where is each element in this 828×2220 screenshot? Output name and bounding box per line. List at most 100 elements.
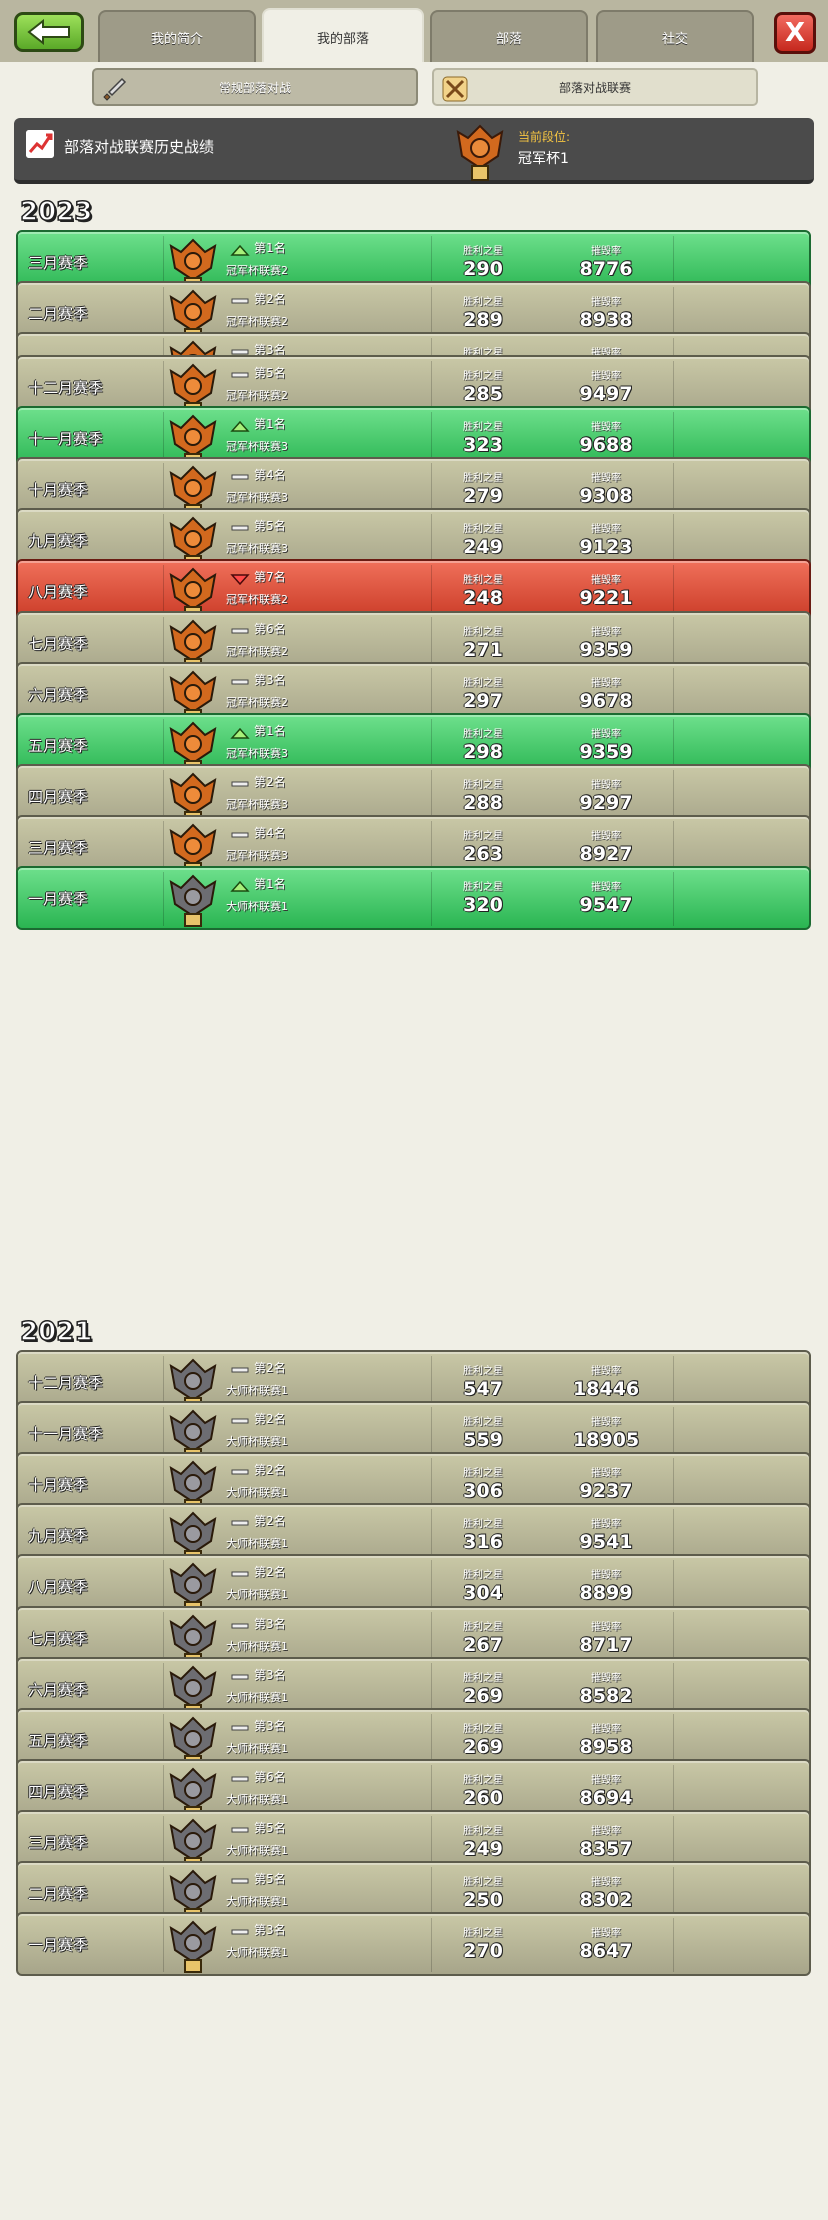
trend-up-icon <box>230 880 250 892</box>
destruction-value: 9123 <box>579 536 633 558</box>
league-label: 冠军杯联赛2 <box>226 315 288 328</box>
placement-label: 第2名 <box>254 1565 286 1579</box>
season-name: 十二月赛季 <box>28 379 104 397</box>
regular-war-tab[interactable]: 常规部落对战 <box>92 68 418 106</box>
stars-value: 249 <box>463 536 503 558</box>
destruction-value: 8899 <box>579 1582 633 1604</box>
stars-label: 胜利之星 <box>463 729 503 740</box>
destruction-label: 摧毁率 <box>591 1366 621 1377</box>
trend-same-icon <box>231 1725 249 1731</box>
destruction-label: 摧毁率 <box>591 1570 621 1581</box>
season-name: 三月赛季 <box>28 254 89 272</box>
trend-same-icon <box>231 474 249 480</box>
season-name: 八月赛季 <box>28 583 89 601</box>
league-label: 大师杯联赛1 <box>226 1537 288 1550</box>
stars-label: 胜利之星 <box>463 246 503 257</box>
stars-value: 269 <box>463 1736 503 1758</box>
destruction-label: 摧毁率 <box>591 1877 621 1888</box>
trend-same-icon <box>231 298 249 304</box>
destruction-value: 8694 <box>579 1787 633 1809</box>
placement-label: 第5名 <box>254 1872 286 1886</box>
war-league-tab[interactable]: 部落对战联赛 <box>432 68 758 106</box>
current-rank-value: 冠军杯1 <box>518 151 569 167</box>
league-label: 大师杯联赛1 <box>226 1384 288 1397</box>
trend-same-icon <box>231 1929 249 1935</box>
destruction-label: 摧毁率 <box>591 575 621 586</box>
trend-same-icon <box>231 1520 249 1526</box>
season-name: 十一月赛季 <box>28 1425 104 1443</box>
stars-label: 胜利之星 <box>463 1775 503 1786</box>
placement-label: 第1名 <box>254 877 286 891</box>
stars-value: 263 <box>463 843 503 865</box>
stars-value: 249 <box>463 1838 503 1860</box>
placement-label: 第5名 <box>254 1821 286 1835</box>
stars-label: 胜利之星 <box>463 1622 503 1633</box>
destruction-label: 摧毁率 <box>591 882 621 893</box>
stars-value: 298 <box>463 741 503 763</box>
season-name: 八月赛季 <box>28 1578 89 1596</box>
trend-same-icon <box>231 1776 249 1782</box>
trend-same-icon <box>231 1571 249 1577</box>
destruction-value: 9547 <box>579 894 633 916</box>
destruction-label: 摧毁率 <box>591 1468 621 1479</box>
destruction-value: 8357 <box>579 1838 633 1860</box>
stars-label: 胜利之星 <box>463 1724 503 1735</box>
placement-label: 第2名 <box>254 1463 286 1477</box>
destruction-value: 9497 <box>579 383 633 405</box>
destruction-label: 摧毁率 <box>591 831 621 842</box>
back-button[interactable] <box>14 12 84 52</box>
destruction-value: 9237 <box>579 1480 633 1502</box>
trend-same-icon <box>231 1827 249 1833</box>
league-label: 大师杯联赛1 <box>226 1691 288 1704</box>
stars-value: 248 <box>463 587 503 609</box>
league-label: 冠军杯联赛2 <box>226 645 288 658</box>
close-button[interactable]: X <box>774 12 816 54</box>
league-label: 大师杯联赛1 <box>226 1588 288 1601</box>
trend-same-icon <box>231 372 249 378</box>
row-divider <box>673 1918 674 1972</box>
season-name: 九月赛季 <box>28 532 89 550</box>
trend-same-icon <box>231 1469 249 1475</box>
season-name: 六月赛季 <box>28 1681 89 1699</box>
stars-label: 胜利之星 <box>463 473 503 484</box>
destruction-label: 摧毁率 <box>591 1826 621 1837</box>
stars-value: 297 <box>463 690 503 712</box>
season-row[interactable]: 一月赛季 第3名 大师杯联赛1 胜利之星 270 摧毁率 8647 <box>16 1912 811 1976</box>
tab-my-clan[interactable]: 我的部落 <box>262 8 424 64</box>
destruction-value: 8647 <box>579 1940 633 1962</box>
placement-label: 第6名 <box>254 1770 286 1784</box>
destruction-label: 摧毁率 <box>591 1673 621 1684</box>
placement-label: 第3名 <box>254 1668 286 1682</box>
stars-value: 304 <box>463 1582 503 1604</box>
season-name: 十二月赛季 <box>28 1374 104 1392</box>
stars-label: 胜利之星 <box>463 297 503 308</box>
league-label: 冠军杯联赛3 <box>226 849 288 862</box>
league-label: 大师杯联赛1 <box>226 1486 288 1499</box>
placement-label: 第6名 <box>254 622 286 636</box>
history-banner: 部落对战联赛历史战绩 当前段位: 冠军杯1 <box>14 118 814 184</box>
tab-my-profile[interactable]: 我的简介 <box>98 10 256 62</box>
stars-label: 胜利之星 <box>463 627 503 638</box>
placement-label: 第5名 <box>254 366 286 380</box>
league-label: 大师杯联赛1 <box>226 1793 288 1806</box>
stars-label: 胜利之星 <box>463 1417 503 1428</box>
row-divider <box>673 872 674 926</box>
stars-label: 胜利之星 <box>463 1928 503 1939</box>
placement-label: 第5名 <box>254 519 286 533</box>
chart-icon <box>26 130 54 158</box>
stars-label: 胜利之星 <box>463 1366 503 1377</box>
stars-value: 306 <box>463 1480 503 1502</box>
year-heading: 2023 <box>19 196 93 228</box>
destruction-value: 18446 <box>572 1378 640 1400</box>
close-icon: X <box>784 18 806 48</box>
master-badge-icon <box>169 1920 217 1973</box>
tab-social[interactable]: 社交 <box>596 10 754 62</box>
placement-label: 第4名 <box>254 826 286 840</box>
destruction-label: 摧毁率 <box>591 627 621 638</box>
trend-same-icon <box>231 1878 249 1884</box>
season-name: 九月赛季 <box>28 1527 89 1545</box>
row-divider <box>163 872 164 926</box>
stars-value: 320 <box>463 894 503 916</box>
season-row[interactable]: 一月赛季 第1名 大师杯联赛1 胜利之星 320 摧毁率 9547 <box>16 866 811 930</box>
tab-clans[interactable]: 部落 <box>430 10 588 62</box>
